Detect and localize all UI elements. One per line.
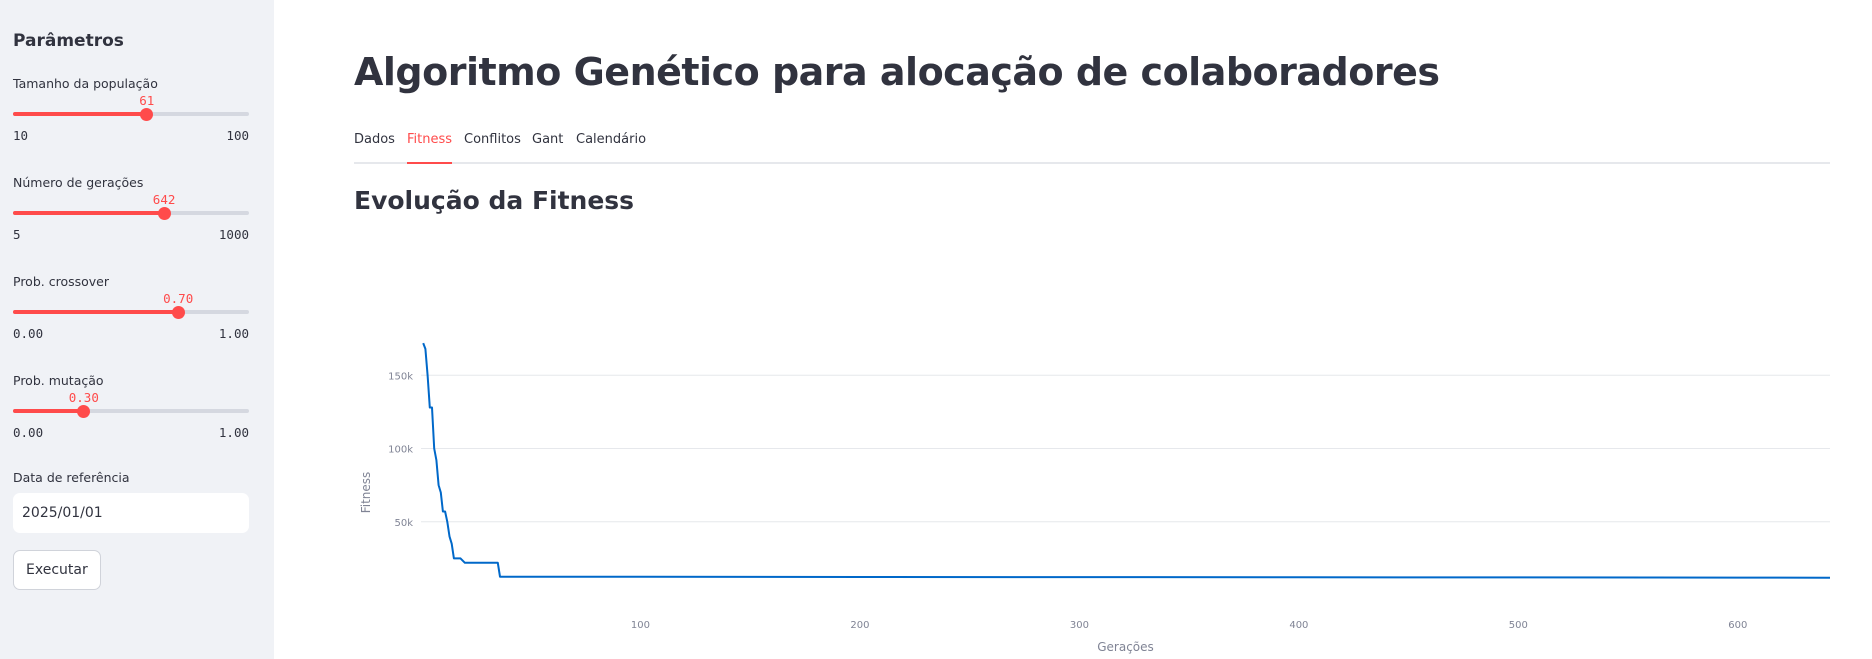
section-title: Evolução da Fitness	[354, 186, 635, 215]
slider-track[interactable]	[13, 206, 249, 220]
fitness-chart: 50k 100k 150k 100 200 300 400 500 600 Gerações Fit…	[359, 342, 1830, 654]
page-title: Algoritmo Genético para alocação de cola…	[354, 50, 1440, 94]
tab-gant[interactable]: Gant	[532, 132, 563, 162]
slider-max: 1000	[218, 227, 249, 242]
slider-fill	[13, 112, 147, 116]
slider-label: Prob. mutação	[13, 373, 104, 388]
run-button[interactable]: Executar	[13, 550, 101, 590]
slider-max: 100	[226, 128, 249, 143]
tab-conflitos[interactable]: Conflitos	[464, 132, 521, 162]
slider-track[interactable]	[13, 404, 249, 418]
slider-label: Prob. crossover	[13, 274, 109, 289]
slider-value: 61	[139, 93, 155, 108]
x-tick-label: 400	[1289, 620, 1308, 631]
x-tick-label: 600	[1728, 620, 1747, 631]
x-tick-label: 500	[1509, 620, 1528, 631]
y-axis-title: Fitness	[359, 472, 373, 514]
tab-calendario[interactable]: Calendário	[576, 132, 646, 162]
slider-fill	[13, 310, 179, 314]
slider-thumb[interactable]	[171, 305, 185, 319]
slider-value: 642	[152, 192, 176, 207]
slider-track[interactable]	[13, 107, 249, 121]
slider-thumb[interactable]	[140, 107, 154, 121]
slider-value: 0.30	[68, 390, 99, 405]
tab-fitness[interactable]: Fitness	[407, 132, 453, 164]
reference-date-label: Data de referência	[13, 470, 130, 485]
slider-min: 0.00	[13, 425, 44, 440]
slider-min: 5	[13, 227, 21, 242]
x-tick-label: 200	[850, 620, 869, 631]
crossover-probability-slider[interactable]: Prob. crossover 0.70 0.00 1.00	[13, 274, 249, 354]
reference-date-input[interactable]	[13, 493, 249, 533]
y-tick-label: 50k	[394, 518, 413, 529]
slider-track[interactable]	[13, 305, 249, 319]
slider-max: 1.00	[218, 326, 249, 341]
slider-fill	[13, 211, 165, 215]
slider-min: 0.00	[13, 326, 44, 341]
generations-slider[interactable]: Número de gerações 642 5 1000	[13, 175, 249, 255]
x-tick-label: 100	[631, 620, 650, 631]
sidebar-title: Parâmetros	[13, 31, 124, 51]
population-size-slider[interactable]: Tamanho da população 61 10 100	[13, 76, 249, 156]
x-axis-title: Gerações	[1097, 640, 1154, 654]
sidebar: Parâmetros Tamanho da população 61 10 10…	[0, 0, 274, 659]
slider-fill	[13, 409, 84, 413]
y-tick-label: 100k	[388, 445, 413, 456]
y-tick-label: 150k	[388, 371, 413, 382]
slider-value: 0.70	[163, 291, 194, 306]
slider-max: 1.00	[218, 425, 249, 440]
x-tick-label: 300	[1070, 620, 1089, 631]
tab-bar: Dados Fitness Conflitos Gant Calendário	[354, 130, 1830, 164]
fitness-series-line	[422, 342, 1830, 579]
slider-label: Tamanho da população	[13, 76, 158, 91]
slider-thumb[interactable]	[77, 404, 91, 418]
mutation-probability-slider[interactable]: Prob. mutação 0.30 0.00 1.00	[13, 373, 249, 453]
slider-label: Número de gerações	[13, 175, 144, 190]
tab-dados[interactable]: Dados	[354, 132, 395, 162]
slider-thumb[interactable]	[157, 206, 171, 220]
slider-min: 10	[13, 128, 29, 143]
